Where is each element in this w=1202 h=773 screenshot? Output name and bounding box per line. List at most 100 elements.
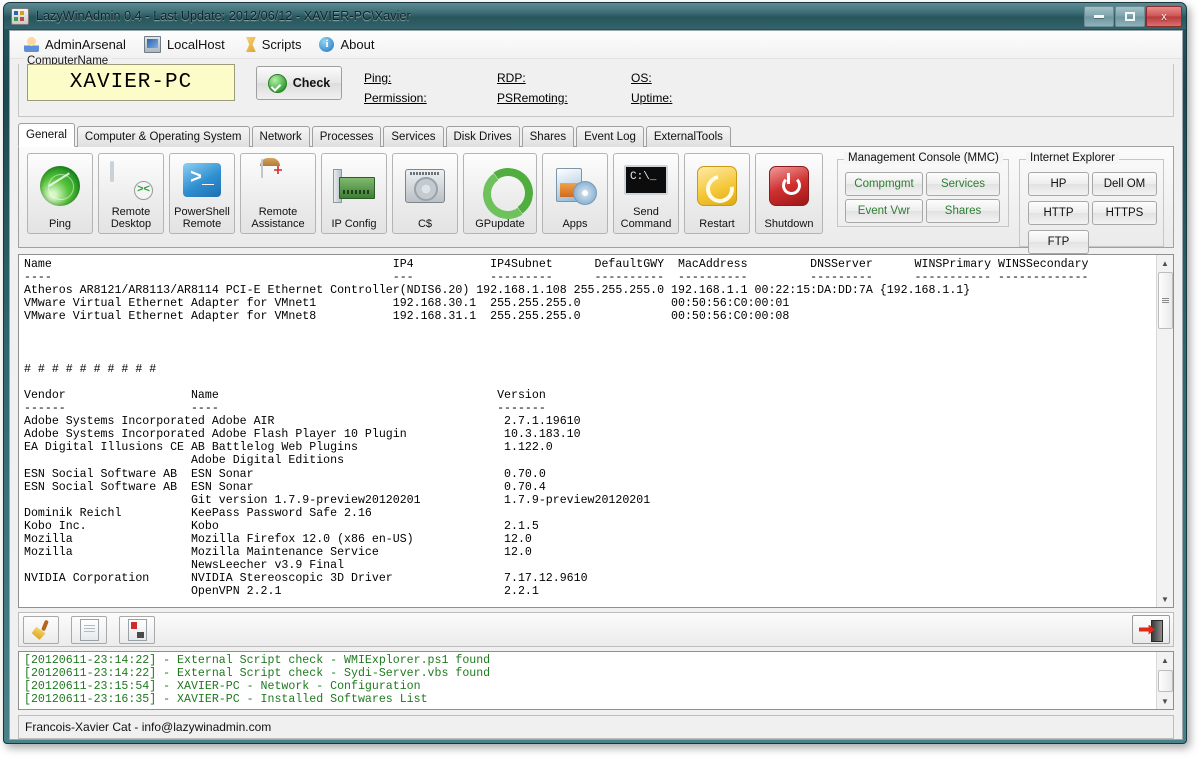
script-icon [246, 37, 256, 52]
ftp-button[interactable]: FTP [1028, 230, 1089, 254]
menu-item-scripts[interactable]: Scripts [239, 34, 316, 55]
title-bar[interactable]: LazyWinAdmin 0.4 - Last Update: 2012/06/… [4, 3, 1186, 29]
close-button[interactable]: x [1146, 6, 1182, 27]
shutdown-button-label: Shutdown [764, 218, 814, 230]
tab-processes[interactable]: Processes [311, 126, 382, 147]
app-icon [11, 7, 29, 25]
computername-group-content: XAVIER-PC Check Ping: Permission: RDP: P… [19, 56, 1173, 114]
status-label-psremoting: PSRemoting: [497, 91, 568, 105]
output-scrollbar-thumb[interactable] [1158, 272, 1173, 329]
status-col-ping: Ping: Permission: [364, 68, 427, 108]
computername-input[interactable]: XAVIER-PC [27, 64, 235, 101]
shutdown-button[interactable]: Shutdown [755, 153, 823, 234]
status-col-rdp: RDP: PSRemoting: [497, 68, 568, 108]
mmc-shares-button[interactable]: Shares [926, 199, 1000, 223]
window-chrome: LazyWinAdmin 0.4 - Last Update: 2012/06/… [3, 2, 1187, 744]
exit-button[interactable] [1132, 615, 1170, 644]
menu-item-label: Scripts [261, 37, 302, 52]
info-icon [319, 37, 335, 52]
status-label-permission: Permission: [364, 91, 427, 105]
minimize-button[interactable] [1084, 6, 1114, 27]
tab-services[interactable]: Services [383, 126, 444, 147]
log-scrollbar-thumb[interactable] [1158, 670, 1173, 692]
log-console[interactable]: [20120611-23:14:22] - External Script ch… [18, 651, 1174, 710]
refresh-icon [464, 154, 537, 223]
tab-event-log[interactable]: Event Log [576, 126, 644, 147]
output-console[interactable]: Name IP4 IP4Subnet DefaultGWY MacAddress… [18, 254, 1174, 608]
services-button[interactable]: Services [926, 172, 1000, 196]
minimize-icon [1094, 15, 1104, 18]
menu-item-localhost[interactable]: LocalHost [140, 33, 239, 56]
send-command-button-label: Send Command [620, 206, 672, 230]
log-scroll-up-icon[interactable]: ▲ [1157, 652, 1173, 668]
radar-icon [28, 154, 92, 218]
check-button-label: Check [292, 76, 331, 90]
c-share-button-label: C$ [417, 218, 433, 230]
broom-icon [31, 620, 51, 640]
remote-assistance-button-label: Remote Assistance [251, 206, 305, 230]
send-command-button[interactable]: C:\_ Send Command [613, 153, 679, 234]
window-controls: x [1084, 6, 1182, 27]
c-share-button[interactable]: C$ [392, 153, 458, 234]
general-tab-panel: Ping >< Remote Desktop >_ PowerShell Remot… [18, 147, 1174, 254]
menu-item-adminarsenal[interactable]: AdminArsenal [20, 34, 140, 55]
http-button[interactable]: HTTP [1028, 201, 1089, 225]
status-label-uptime: Uptime: [631, 91, 673, 105]
gpupdate-button-label: GPupdate [475, 218, 525, 230]
tab-disk-drives[interactable]: Disk Drives [445, 126, 520, 147]
ping-button[interactable]: Ping [27, 153, 93, 234]
monitor-icon [143, 36, 161, 53]
client-area: AdminArsenal LocalHost Scripts About Com… [9, 30, 1183, 740]
app-window: LazyWinAdmin 0.4 - Last Update: 2012/06/… [0, 0, 1202, 773]
bottom-toolbar [18, 612, 1174, 647]
copy-button[interactable] [71, 616, 107, 644]
status-bar: Francois-Xavier Cat - info@lazywinadmin.… [18, 715, 1174, 739]
output-scrollbar[interactable]: ▲ ▼ [1156, 255, 1173, 607]
output-text: Name IP4 IP4Subnet DefaultGWY MacAddress… [24, 258, 1089, 599]
tab-general[interactable]: General [18, 123, 75, 147]
log-scroll-down-icon[interactable]: ▼ [1157, 693, 1173, 709]
status-label-ping: Ping: [364, 71, 392, 85]
clear-button[interactable] [23, 616, 59, 644]
event-viewer-button[interactable]: Event Vwr [845, 199, 923, 223]
remote-assistance-button[interactable]: Remote Assistance [240, 153, 316, 234]
menu-bar: AdminArsenal LocalHost Scripts About [10, 31, 1182, 59]
ping-button-label: Ping [48, 218, 72, 230]
menu-item-about[interactable]: About [315, 34, 388, 55]
tab-network[interactable]: Network [251, 126, 310, 147]
ip-config-button-label: IP Config [331, 218, 377, 230]
tab-external-tools[interactable]: ExternalTools [645, 126, 731, 147]
remote-assistance-icon [241, 154, 315, 206]
apps-icon [543, 154, 607, 218]
document-save-icon [127, 619, 147, 641]
restart-button[interactable]: Restart [684, 153, 750, 234]
remote-desktop-icon: >< [99, 154, 163, 206]
dell-om-button[interactable]: Dell OM [1092, 172, 1157, 196]
gpupdate-button[interactable]: GPupdate [463, 153, 537, 234]
log-scrollbar[interactable]: ▲ ▼ [1156, 652, 1173, 709]
menu-item-label: About [340, 37, 375, 52]
status-label-os: OS: [631, 71, 652, 85]
compmgmt-button[interactable]: Compmgmt [845, 172, 923, 196]
powershell-remote-button-label: PowerShell Remote [174, 206, 230, 230]
check-button[interactable]: Check [256, 66, 342, 100]
status-label-rdp: RDP: [497, 71, 526, 85]
powershell-icon: >_ [170, 154, 234, 206]
tab-strip: General Computer & Operating System Netw… [18, 123, 1174, 147]
https-button[interactable]: HTTPS [1092, 201, 1157, 225]
tab-computer-os[interactable]: Computer & Operating System [76, 126, 250, 147]
apps-button[interactable]: Apps [542, 153, 608, 234]
apps-button-label: Apps [562, 218, 588, 230]
output-scroll-down-icon[interactable]: ▼ [1157, 591, 1173, 607]
remote-desktop-button[interactable]: >< Remote Desktop [98, 153, 164, 234]
powershell-remote-button[interactable]: >_ PowerShell Remote [169, 153, 235, 234]
tab-shares[interactable]: Shares [521, 126, 575, 147]
hp-button[interactable]: HP [1028, 172, 1089, 196]
ip-config-button[interactable]: IP Config [321, 153, 387, 234]
internet-explorer-group: Internet Explorer HP Dell OM HTTP HTTPS … [1019, 152, 1164, 254]
maximize-button[interactable] [1115, 6, 1145, 27]
output-scroll-up-icon[interactable]: ▲ [1157, 255, 1173, 271]
export-button[interactable] [119, 616, 155, 644]
document-icon [79, 619, 99, 641]
window-title: LazyWinAdmin 0.4 - Last Update: 2012/06/… [36, 9, 411, 23]
